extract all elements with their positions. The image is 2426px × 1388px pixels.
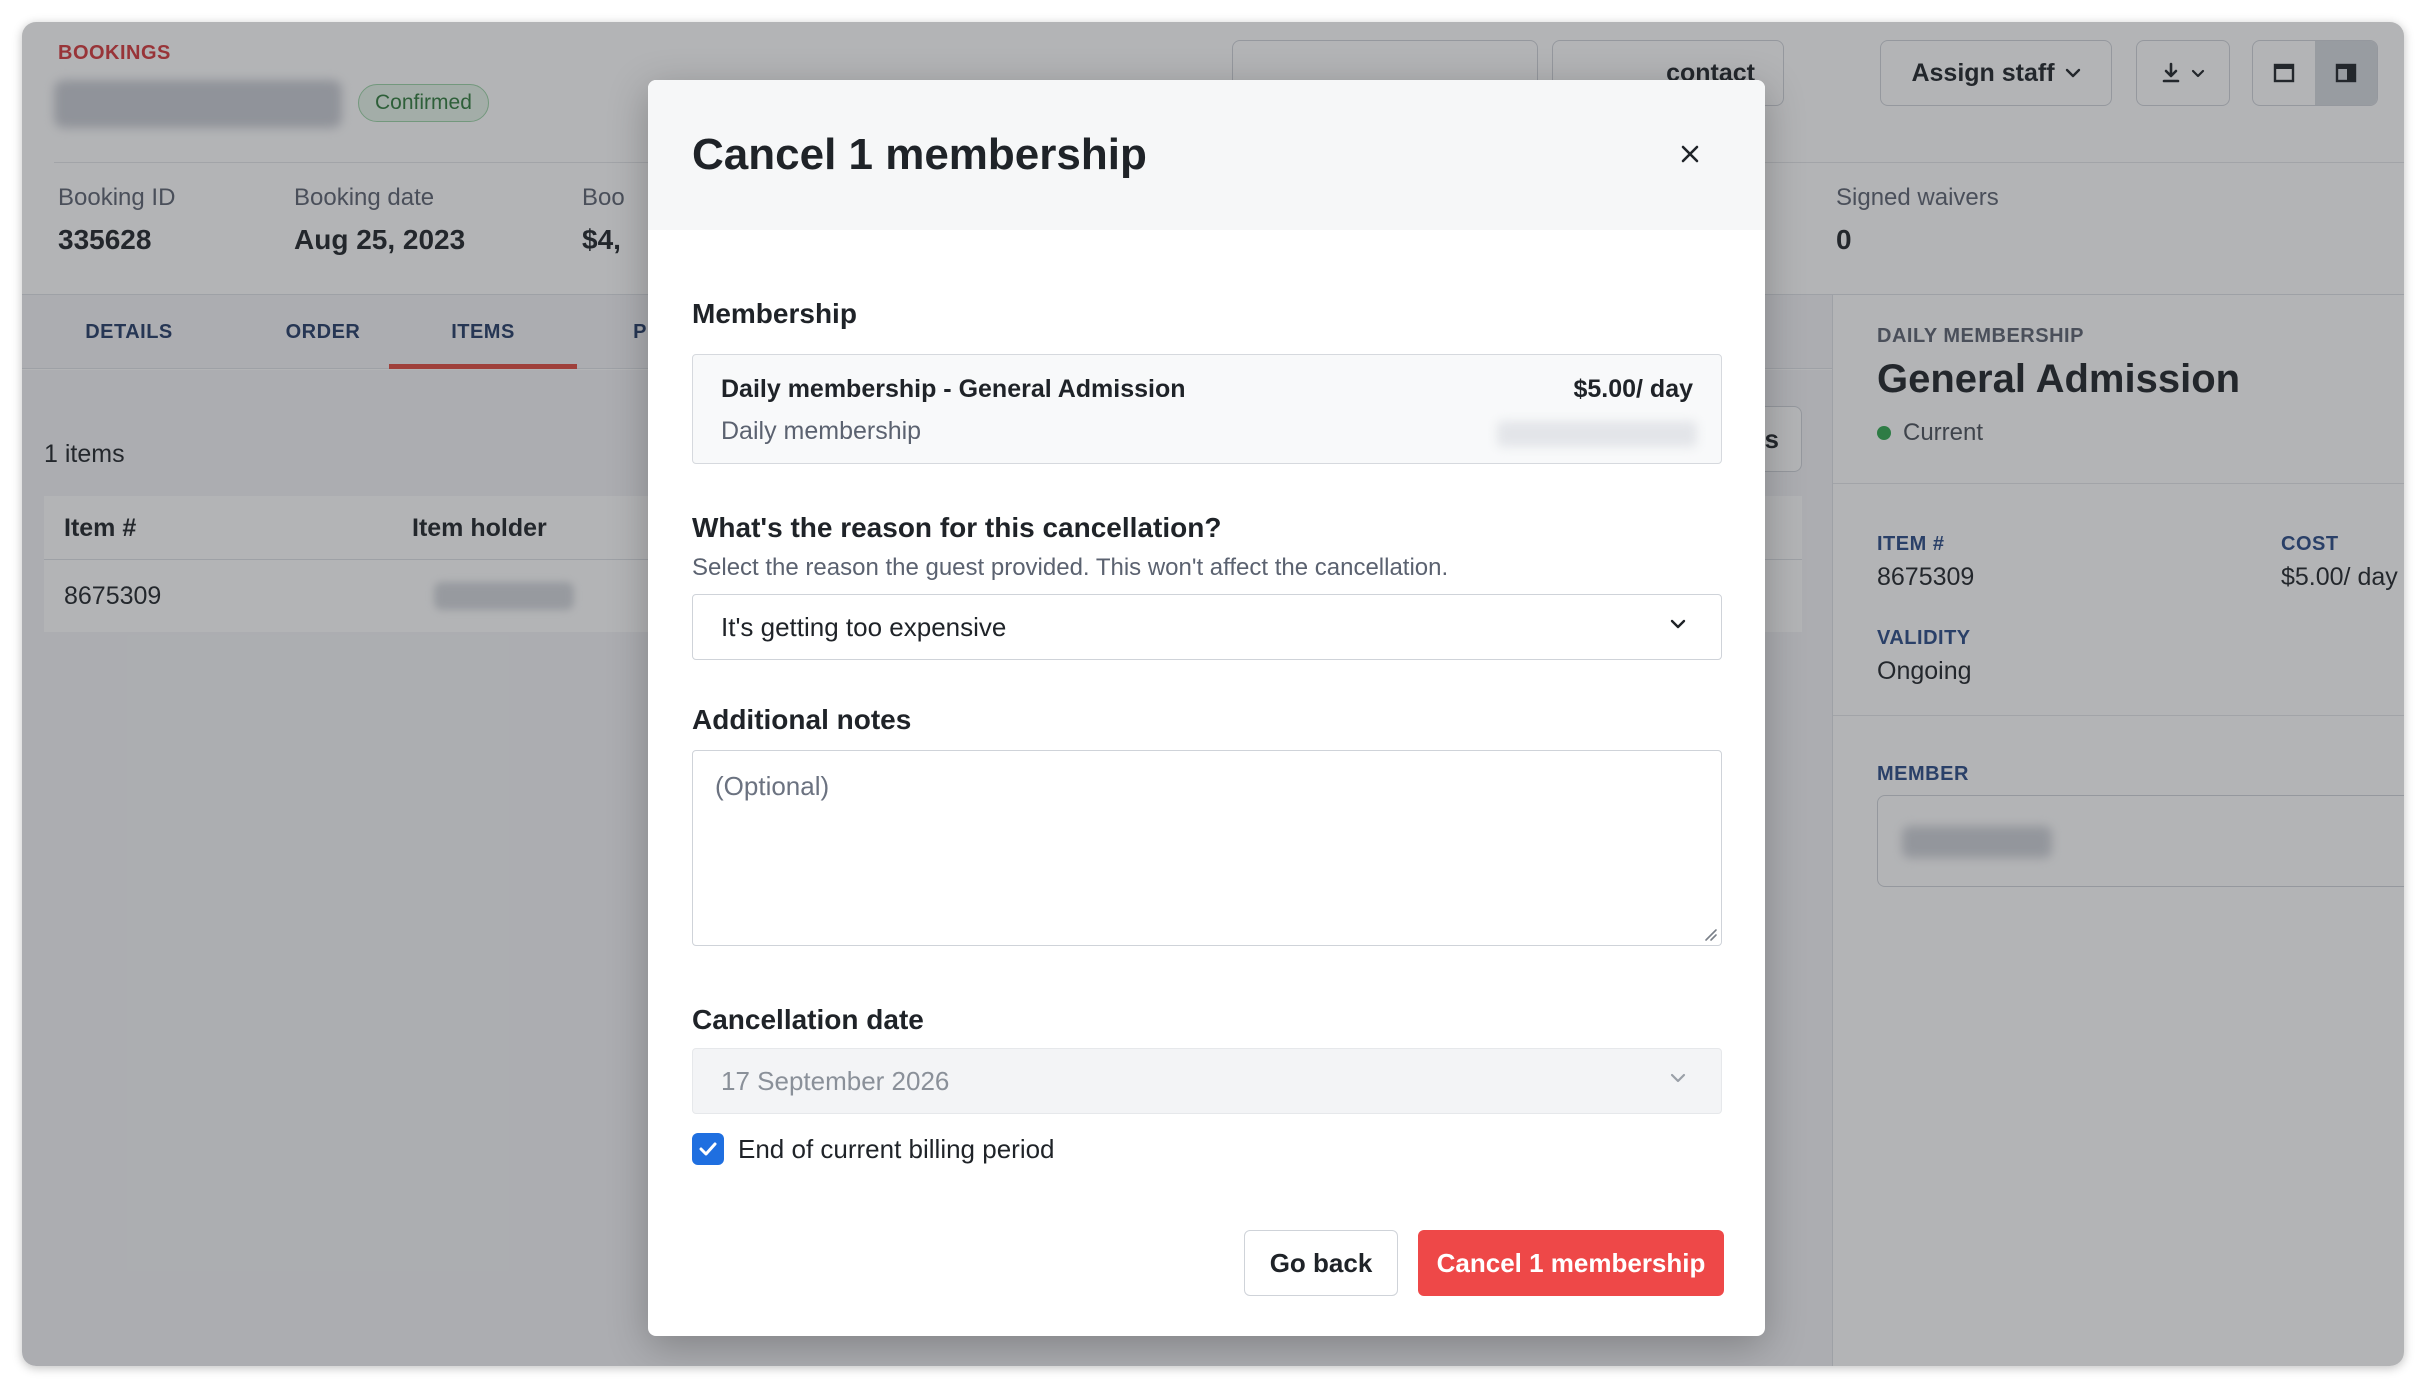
checkmark-icon <box>699 1142 717 1156</box>
membership-price: $5.00/ day <box>1573 375 1693 403</box>
chevron-down-icon <box>1669 617 1687 635</box>
membership-section-label: Membership <box>692 298 857 329</box>
cancellation-date-select: 17 September 2026 <box>692 1048 1722 1114</box>
membership-type: Daily membership <box>721 417 922 445</box>
go-back-button[interactable]: Go back <box>1244 1230 1398 1296</box>
resize-handle-icon[interactable] <box>1702 926 1718 942</box>
dialog-header: Cancel 1 membership <box>648 80 1765 230</box>
dialog-title: Cancel 1 membership <box>692 130 1147 179</box>
reason-label: What's the reason for this cancellation? <box>692 512 1222 543</box>
confirm-cancel-button[interactable]: Cancel 1 membership <box>1418 1230 1724 1296</box>
cancellation-date-value: 17 September 2026 <box>721 1066 950 1096</box>
billing-period-option: End of current billing period <box>692 1132 1055 1166</box>
billing-period-label: End of current billing period <box>738 1133 1055 1164</box>
chevron-down-icon <box>1669 1071 1687 1089</box>
cancellation-date-label: Cancellation date <box>692 1004 924 1035</box>
close-icon[interactable] <box>1668 132 1712 176</box>
cancel-membership-dialog: Cancel 1 membership Membership Daily mem… <box>648 80 1765 1336</box>
redacted-membership-detail <box>1497 421 1697 447</box>
notes-label: Additional notes <box>692 704 912 735</box>
membership-name: Daily membership - General Admission <box>721 375 1186 403</box>
reason-selected-value: It's getting too expensive <box>721 612 1007 642</box>
membership-card: Daily membership - General Admission Dai… <box>692 354 1722 464</box>
notes-textarea[interactable] <box>692 750 1722 946</box>
billing-period-checkbox[interactable] <box>692 1133 724 1165</box>
reason-help-text: Select the reason the guest provided. Th… <box>692 554 1449 581</box>
booking-app-window: BOOKINGS Confirmed contact Assign staff <box>22 22 2404 1366</box>
reason-select[interactable]: It's getting too expensive <box>692 594 1722 660</box>
